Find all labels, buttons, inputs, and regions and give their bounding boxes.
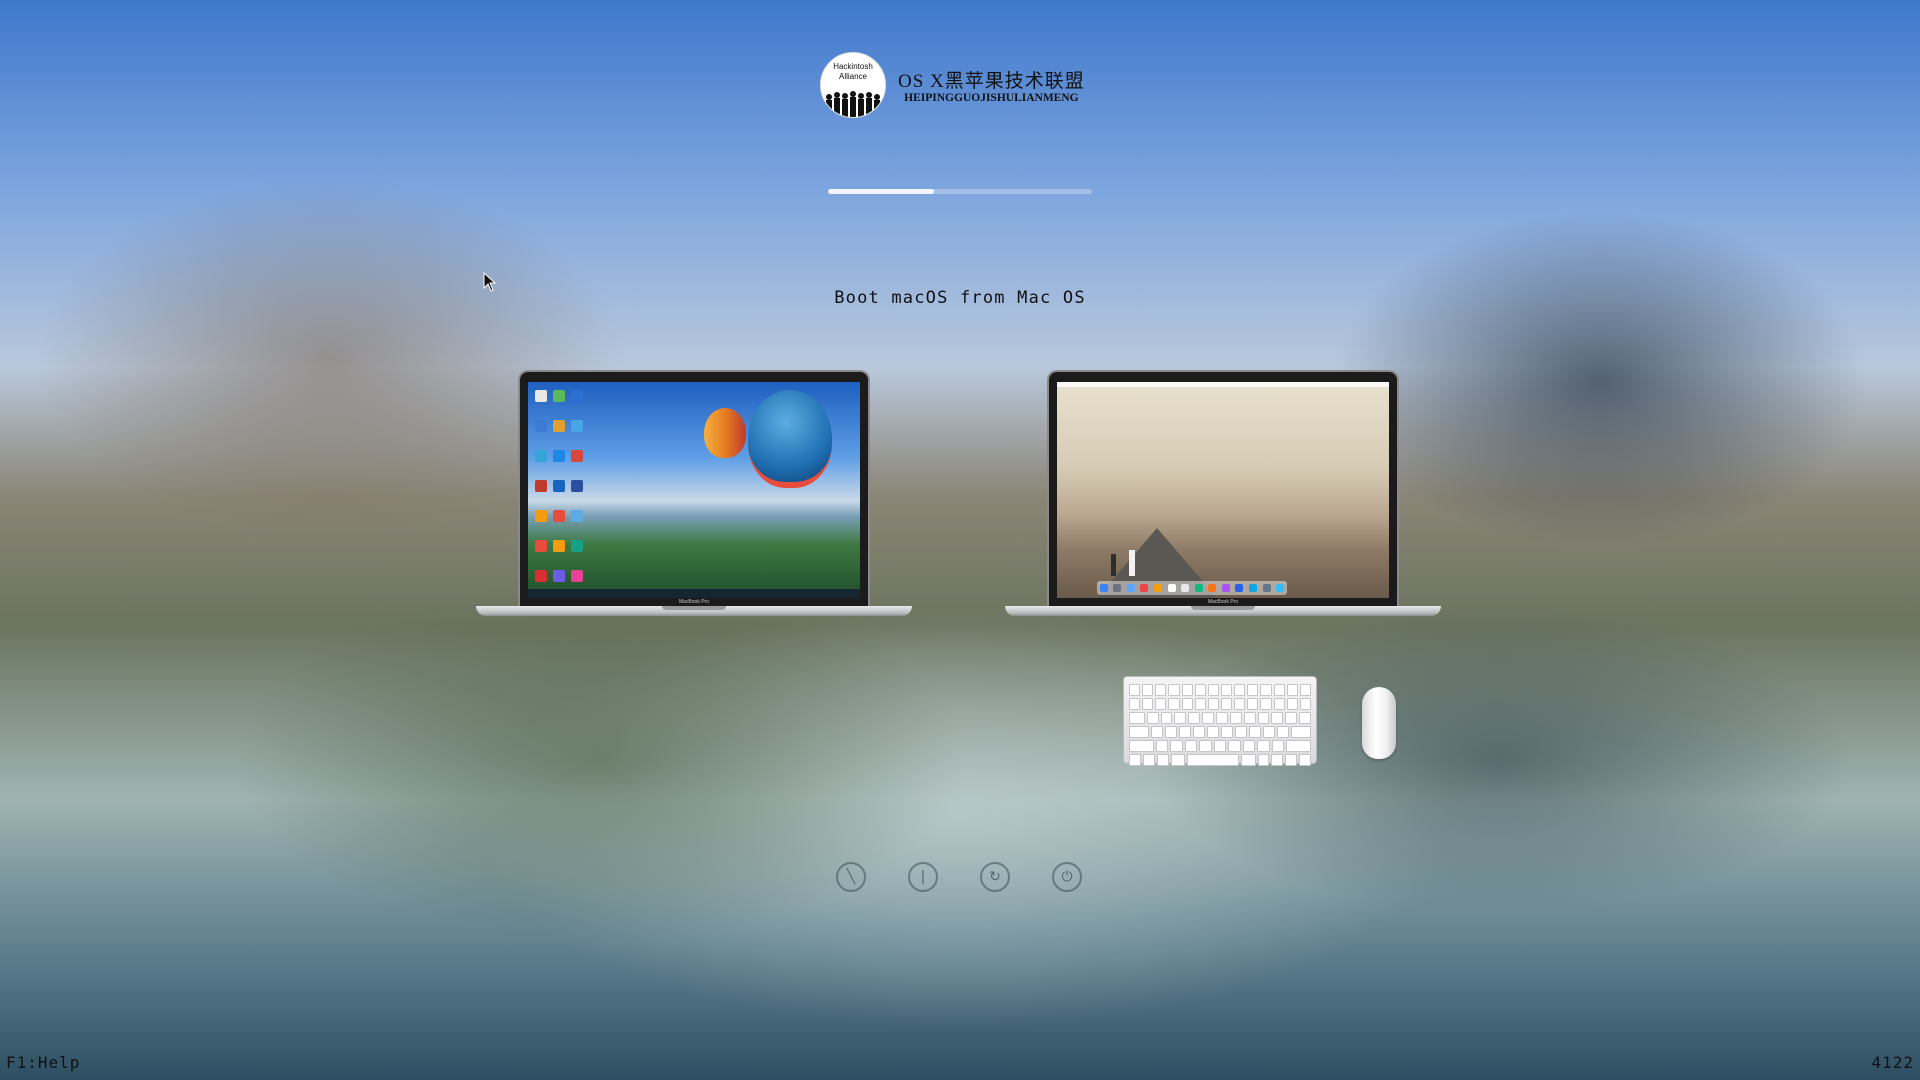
restart-button[interactable]: ↻ xyxy=(980,862,1010,892)
restart-icon: ↻ xyxy=(989,869,1001,885)
shutdown-button[interactable]: | xyxy=(908,862,938,892)
shell-tool-button[interactable]: ╲ xyxy=(836,862,866,892)
badge-text: Hackintosh Alliance xyxy=(833,62,873,81)
help-hint: F1:Help xyxy=(6,1053,81,1072)
laptop-windows-desktop-icon xyxy=(528,382,860,598)
laptop-notch xyxy=(1191,606,1255,610)
power-off-button[interactable]: ⏻ xyxy=(1052,862,1082,892)
laptop-lid xyxy=(518,370,870,606)
magic-mouse-icon xyxy=(1362,687,1396,759)
laptop-model-label: MacBook Pro xyxy=(1207,599,1238,605)
logo-title: OS X黑苹果技术联盟 xyxy=(898,71,1085,92)
keyboard-icon xyxy=(1123,676,1317,766)
selected-entry-title: Boot macOS from Mac OS xyxy=(834,288,1086,308)
terminal-icon: ╲ xyxy=(846,869,856,885)
crowd-silhouette-icon xyxy=(826,91,880,117)
hackintosh-alliance-logo: Hackintosh Alliance OS X黑苹果技术联盟 HEIPINGG… xyxy=(820,52,1085,118)
boot-entry-macos[interactable]: MacBook Pro xyxy=(1005,370,1441,620)
logo-subtitle: HEIPINGGUOJISHULIANMENG xyxy=(904,92,1079,104)
boot-progress-fill xyxy=(828,189,934,194)
laptop-macos-desktop-icon xyxy=(1057,382,1389,598)
power-icon: | xyxy=(920,869,926,885)
boot-entry-windows[interactable]: MacBook Pro xyxy=(476,370,912,620)
boot-progress-bar xyxy=(828,189,1092,194)
alliance-badge-icon: Hackintosh Alliance xyxy=(820,52,886,118)
laptop-model-label: MacBook Pro xyxy=(678,599,709,605)
logo-text: OS X黑苹果技术联盟 HEIPINGGUOJISHULIANMENG xyxy=(898,66,1085,104)
clock-readout: 4122 xyxy=(1871,1053,1914,1072)
laptop-lid xyxy=(1047,370,1399,606)
laptop-notch xyxy=(662,606,726,610)
power-off-icon: ⏻ xyxy=(1061,869,1073,885)
